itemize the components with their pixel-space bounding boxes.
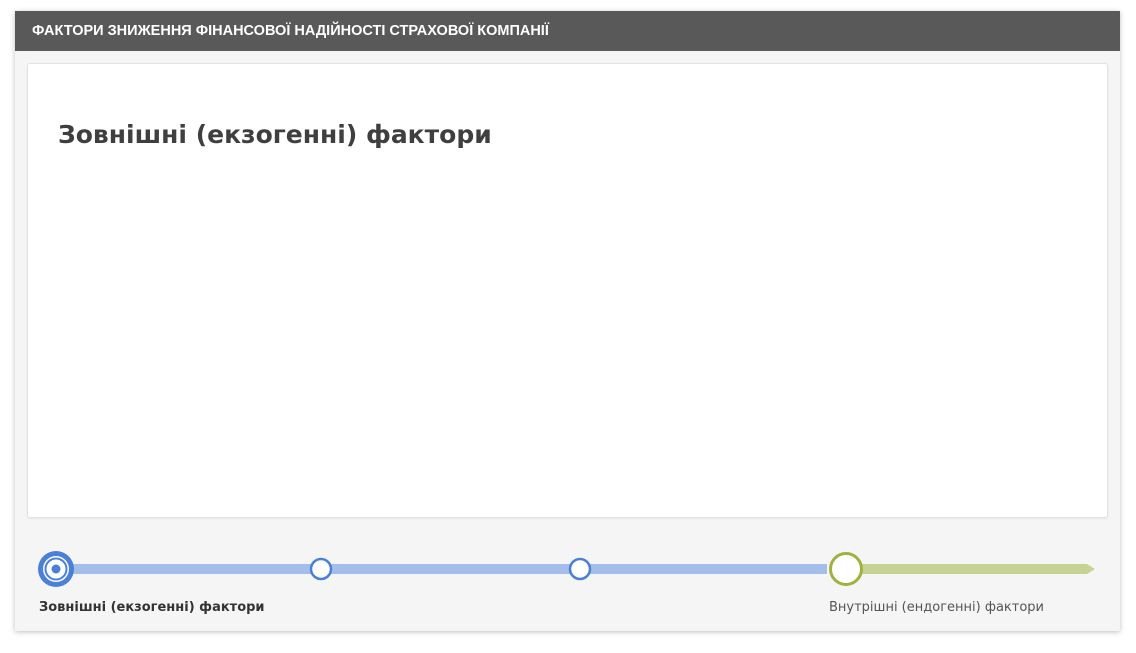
timeline-start-label[interactable]: Зовнішні (екзогенні) фактори	[39, 600, 265, 615]
timeline-node-3[interactable]	[568, 557, 592, 581]
timeline-track-green	[847, 564, 1095, 574]
presentation-frame: ФАКТОРИ ЗНИЖЕННЯ ФІНАНСОВОЇ НАДІЙНОСТІ С…	[15, 11, 1120, 631]
timeline	[38, 551, 1095, 587]
timeline-track-blue	[55, 564, 827, 574]
timeline-node-4[interactable]	[829, 552, 863, 586]
timeline-end-label[interactable]: Внутрішні (ендогенні) фактори	[829, 600, 1044, 615]
timeline-node-current[interactable]	[38, 551, 74, 587]
timeline-node-2[interactable]	[309, 557, 333, 581]
